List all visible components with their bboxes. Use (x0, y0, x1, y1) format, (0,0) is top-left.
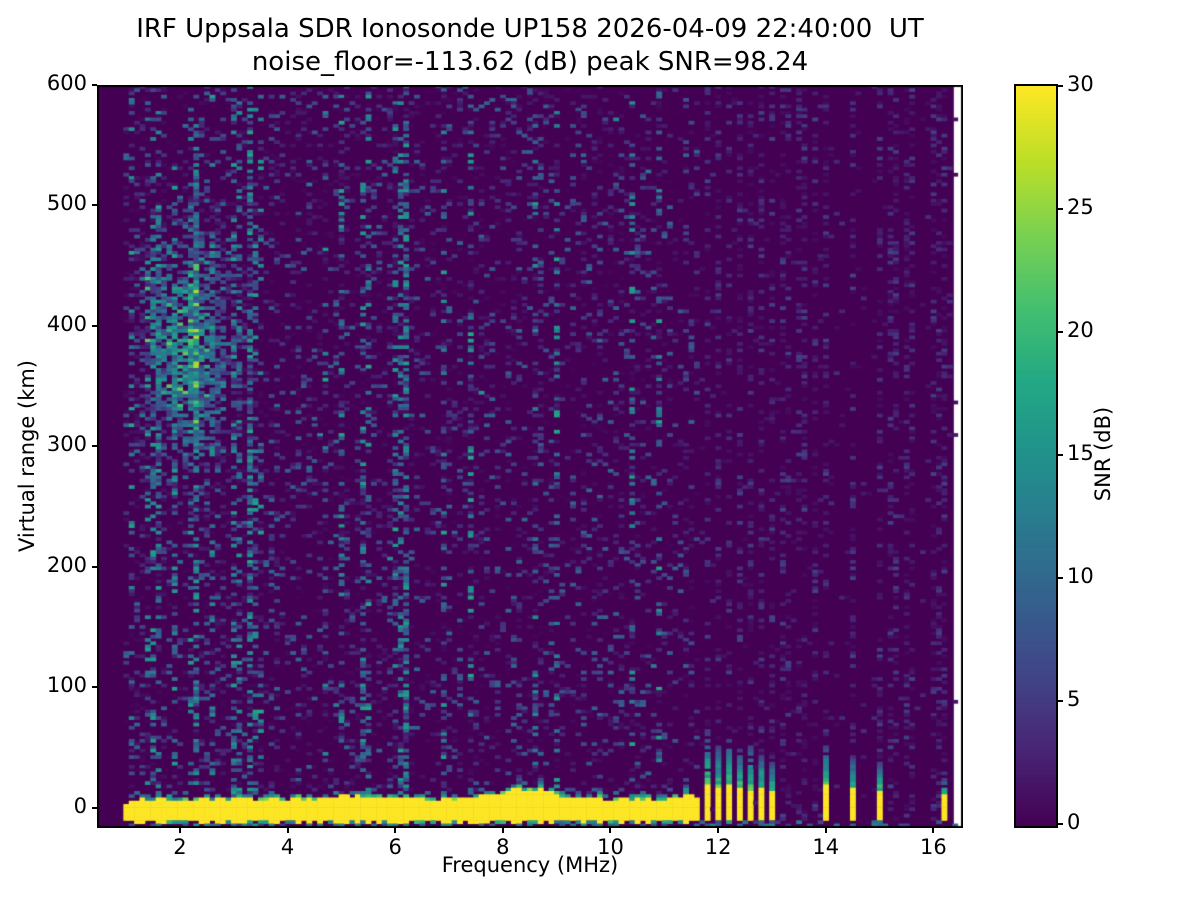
colorbar-tick-label: 20 (1067, 318, 1094, 342)
x-tick-label: 10 (597, 835, 624, 859)
x-tick-label: 16 (920, 835, 947, 859)
x-tick-mark (501, 828, 504, 833)
x-tick-mark (824, 828, 827, 833)
colorbar (1014, 84, 1058, 828)
x-tick-mark (178, 828, 181, 833)
x-tick-mark (932, 828, 935, 833)
colorbar-tick-label: 5 (1067, 687, 1081, 711)
plot-area (97, 85, 963, 828)
x-tick-label: 6 (388, 835, 402, 859)
colorbar-tick-mark (1058, 331, 1063, 333)
colorbar-tick-label: 30 (1067, 72, 1094, 96)
y-tick-label: 0 (73, 793, 87, 818)
x-tick-label: 2 (173, 835, 187, 859)
y-tick-mark (92, 84, 97, 86)
x-tick-label: 4 (280, 835, 295, 859)
x-tick-label: 12 (704, 835, 732, 859)
colorbar-tick-mark (1058, 823, 1063, 825)
y-tick-mark (92, 806, 97, 809)
heatmap-canvas (97, 85, 963, 828)
colorbar-tick-mark (1058, 577, 1063, 579)
y-tick-mark (92, 565, 97, 568)
chart-title: IRF Uppsala SDR Ionosonde UP158 2026-04-… (136, 14, 924, 44)
y-axis-label: Virtual range (km) (15, 359, 39, 553)
x-tick-mark (609, 828, 612, 833)
y-tick-label: 600 (46, 71, 87, 95)
x-tick-mark (394, 828, 397, 833)
y-tick-label: 200 (46, 552, 87, 577)
colorbar-tick-label: 15 (1067, 441, 1094, 465)
colorbar-tick-label: 25 (1067, 195, 1094, 219)
colorbar-label: SNR (dB) (1091, 406, 1115, 502)
x-tick-label: 14 (812, 835, 840, 859)
y-tick-mark (92, 204, 97, 207)
y-tick-mark (92, 445, 97, 448)
x-tick-mark (286, 828, 289, 833)
chart-subtitle: noise_floor=-113.62 (dB) peak SNR=98.24 (251, 47, 809, 77)
colorbar-tick-mark (1058, 208, 1063, 210)
colorbar-tick-mark (1058, 85, 1063, 87)
x-tick-label: 8 (496, 835, 510, 859)
y-tick-label: 400 (46, 311, 87, 336)
colorbar-tick-mark (1058, 700, 1063, 702)
y-tick-label: 500 (46, 191, 87, 216)
y-tick-label: 300 (46, 432, 87, 457)
y-tick-mark (92, 324, 97, 327)
y-tick-mark (92, 686, 97, 689)
x-tick-mark (717, 828, 720, 833)
ionogram-figure: IRF Uppsala SDR Ionosonde UP158 2026-04-… (0, 0, 1200, 900)
y-tick-label: 100 (46, 673, 87, 698)
colorbar-tick-label: 0 (1067, 810, 1081, 834)
colorbar-tick-mark (1058, 454, 1063, 456)
colorbar-tick-label: 10 (1067, 564, 1094, 588)
colorbar-gradient (1016, 86, 1056, 826)
